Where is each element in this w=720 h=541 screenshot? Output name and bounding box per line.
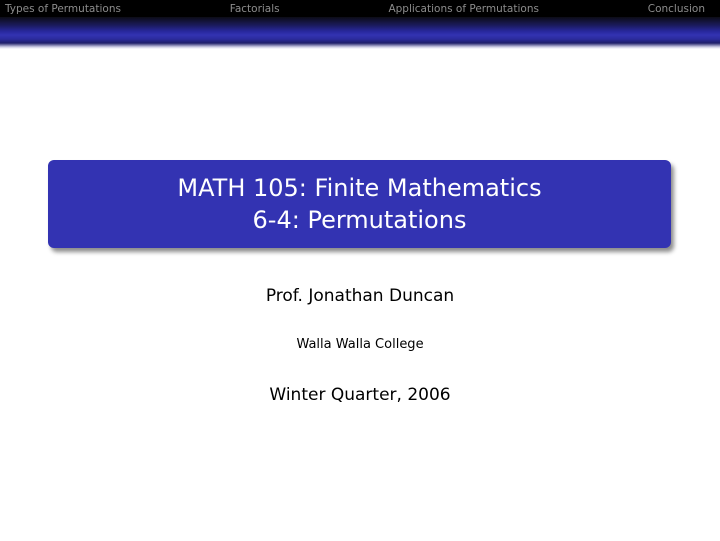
nav-item-conclusion[interactable]: Conclusion: [648, 3, 705, 15]
title-block: MATH 105: Finite Mathematics 6-4: Permut…: [48, 160, 671, 248]
slide-title: MATH 105: Finite Mathematics: [177, 174, 542, 202]
header-gradient-band: [0, 17, 720, 49]
nav-item-factorials[interactable]: Factorials: [230, 3, 280, 15]
author-name: Prof. Jonathan Duncan: [265, 286, 455, 306]
nav-item-types-of-permutations[interactable]: Types of Permutations: [5, 3, 121, 15]
slide-subtitle: 6-4: Permutations: [252, 206, 467, 234]
institute-name: Walla Walla College: [296, 337, 424, 352]
presentation-date: Winter Quarter, 2006: [269, 385, 451, 405]
section-navigation-bar: Types of Permutations Factorials Applica…: [0, 0, 720, 17]
nav-item-applications-of-permutations[interactable]: Applications of Permutations: [388, 3, 539, 15]
